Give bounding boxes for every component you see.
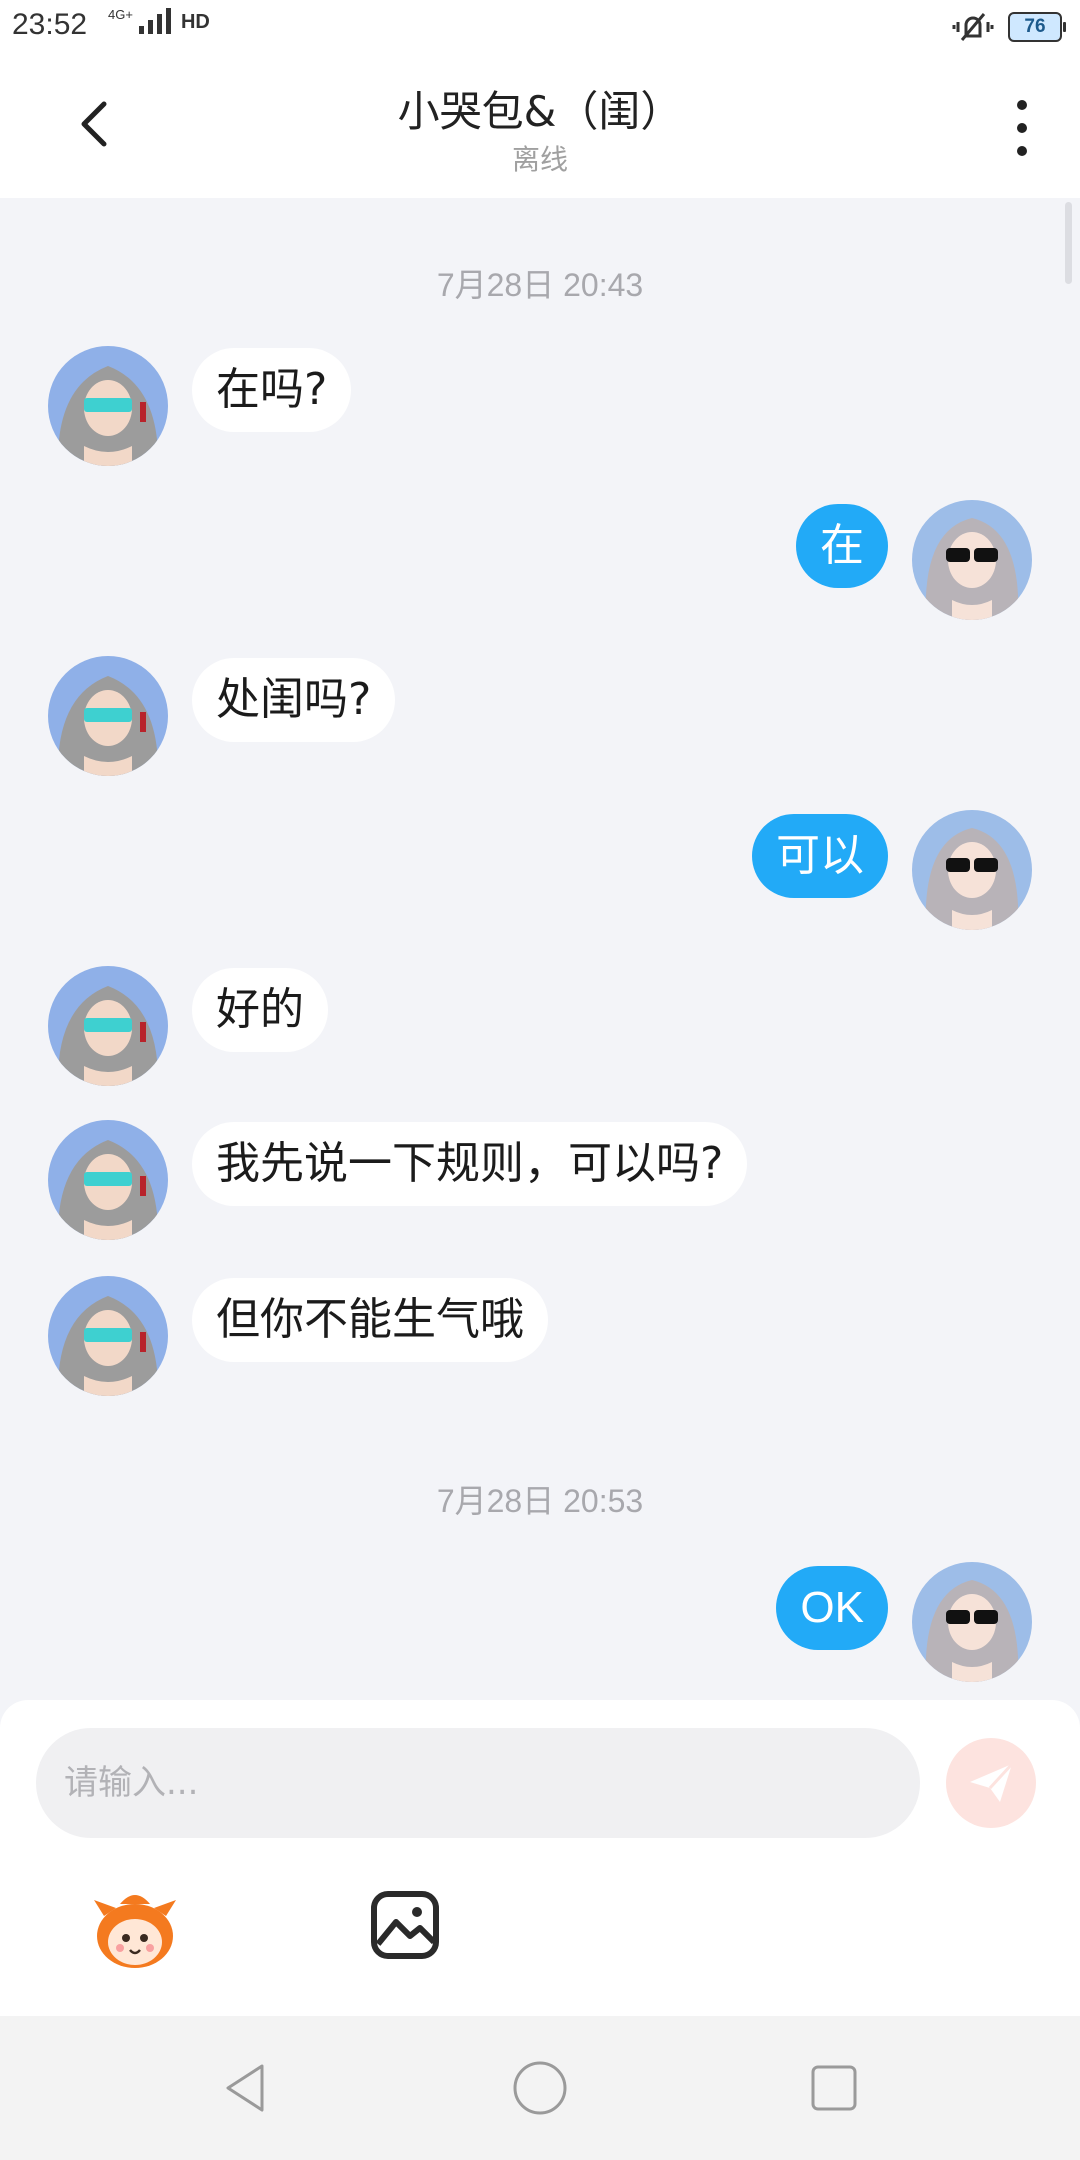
- sticker-button[interactable]: [90, 1886, 180, 1976]
- message-bubble-outgoing[interactable]: OK: [776, 1566, 888, 1650]
- signal-bar-icon: [138, 26, 144, 34]
- nav-back-button[interactable]: [214, 2056, 278, 2120]
- send-button[interactable]: [946, 1738, 1036, 1828]
- sticker-mascot-icon: [94, 1895, 176, 1968]
- signal-bar-icon: [156, 14, 162, 34]
- hd-indicator: HD: [180, 11, 210, 33]
- signal-indicator: 4G+ HD: [108, 8, 210, 34]
- my-avatar[interactable]: [912, 1562, 1032, 1682]
- message-bubble-incoming[interactable]: 但你不能生气哦: [192, 1278, 548, 1362]
- contact-avatar[interactable]: [48, 966, 168, 1086]
- system-nav-bar: [0, 2016, 1080, 2160]
- triangle-back-icon: [226, 2064, 264, 2112]
- contact-avatar[interactable]: [48, 656, 168, 776]
- nav-recents-button[interactable]: [802, 2056, 866, 2120]
- send-icon: [970, 1762, 1014, 1802]
- image-icon: [371, 1891, 439, 1959]
- battery-indicator: 76: [1008, 12, 1066, 42]
- vibrate-mute-icon: [952, 13, 994, 41]
- status-bar: 23:52 4G+ HD 76: [0, 0, 1080, 56]
- contact-name: 小哭包&（闺）: [397, 87, 683, 136]
- dot-icon: [1017, 100, 1027, 110]
- circle-home-icon: [513, 2061, 567, 2115]
- contact-avatar[interactable]: [48, 346, 168, 466]
- contact-avatar[interactable]: [48, 1276, 168, 1396]
- dot-icon: [1017, 146, 1027, 156]
- message-bubble-outgoing[interactable]: 在: [796, 504, 888, 588]
- dot-icon: [1017, 123, 1027, 133]
- signal-bar-icon: [147, 20, 153, 34]
- contact-avatar[interactable]: [48, 1120, 168, 1240]
- nav-home-button[interactable]: [508, 2056, 572, 2120]
- status-right: 76: [952, 10, 1066, 44]
- timestamp: 7月28日 20:43: [436, 267, 644, 303]
- message-bubble-incoming[interactable]: 我先说一下规则，可以吗?: [192, 1122, 748, 1206]
- message-input[interactable]: [36, 1728, 920, 1838]
- my-avatar[interactable]: [912, 500, 1032, 620]
- contact-status: 离线: [511, 143, 568, 176]
- chat-header: 小哭包&（闺） 离线: [0, 56, 1080, 198]
- timestamp: 7月28日 20:53: [436, 1483, 644, 1519]
- message-bubble-outgoing[interactable]: 可以: [752, 814, 888, 898]
- my-avatar[interactable]: [912, 810, 1032, 930]
- message-bubble-incoming[interactable]: 在吗?: [192, 348, 352, 432]
- image-button[interactable]: [370, 1890, 440, 1960]
- square-recents-icon: [811, 2065, 857, 2111]
- status-time: 23:52: [12, 8, 88, 41]
- message-list[interactable]: 7月28日 20:43 在吗? 在 处闺吗? 可以 好的 我先说一下规则，可以吗…: [0, 198, 1080, 1700]
- message-bubble-incoming[interactable]: 处闺吗?: [192, 658, 396, 742]
- more-options-button[interactable]: [1012, 100, 1032, 156]
- signal-bar-icon: [165, 8, 171, 34]
- message-bubble-incoming[interactable]: 好的: [192, 968, 328, 1052]
- network-type: 4G+: [108, 7, 133, 22]
- composer: [0, 1700, 1080, 2016]
